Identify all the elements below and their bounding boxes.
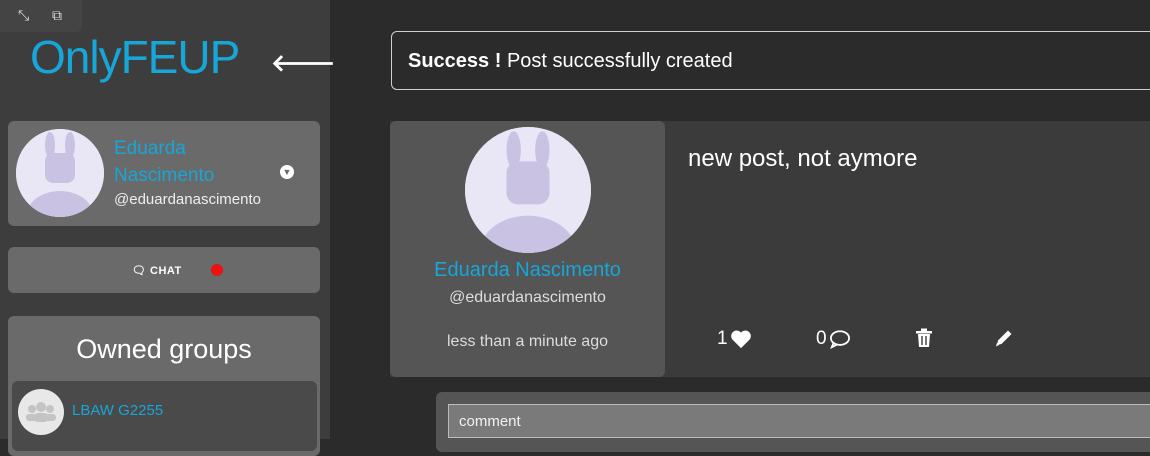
author-name[interactable]: Eduarda Nascimento — [390, 259, 665, 282]
delete-button[interactable] — [915, 328, 933, 348]
comment-count: 0 — [816, 328, 827, 349]
group-icon — [18, 389, 64, 435]
chat-button[interactable]: 🗨 CHAT — [8, 247, 320, 293]
post-author-panel: Eduarda Nascimento @eduardanascimento le… — [390, 121, 665, 377]
comment-icon — [829, 330, 850, 349]
avatar — [16, 129, 104, 217]
post-content: new post, not aymore — [688, 145, 918, 172]
alert-message: Post successfully created — [506, 50, 733, 72]
group-name[interactable]: LBAW G2255 — [72, 402, 163, 419]
alert-strong: Success ! — [408, 50, 502, 72]
author-handle: @eduardanascimento — [449, 289, 606, 306]
trash-icon — [916, 328, 932, 347]
pencil-icon — [996, 330, 1012, 347]
post-card: Eduarda Nascimento @eduardanascimento le… — [390, 121, 1150, 377]
comments-button[interactable]: 0 — [816, 328, 851, 350]
chat-label: 🗨 CHAT — [132, 265, 182, 277]
profile-card[interactable]: Eduarda Nascimento @eduardanascimento ▼ — [8, 121, 320, 226]
success-alert: Success ! Post successfully created — [391, 31, 1150, 90]
groups-title: Owned groups — [76, 334, 252, 364]
edit-button[interactable] — [994, 328, 1014, 348]
arrow-left-icon[interactable]: 🡐 — [271, 48, 335, 78]
profile-name[interactable]: Eduarda Nascimento — [114, 135, 254, 189]
app-logo[interactable]: OnlyFEUP — [30, 30, 240, 84]
group-item[interactable]: LBAW G2255 — [12, 381, 317, 451]
expand-icon[interactable]: ⤡ — [18, 7, 29, 24]
like-count: 1 — [717, 328, 728, 349]
owned-groups-card: Owned groups LBAW G2255 — [8, 316, 320, 456]
heart-icon — [730, 330, 751, 349]
window-controls: ⤡ ⧉ — [0, 0, 82, 32]
sidebar: ⤡ ⧉ OnlyFEUP 🡐 Eduarda Nascimento @eduar… — [0, 0, 335, 456]
chat-notification-dot — [211, 264, 223, 276]
avatar[interactable] — [465, 127, 591, 253]
post-time: less than a minute ago — [447, 333, 608, 350]
pip-icon[interactable]: ⧉ — [52, 7, 62, 24]
comment-input[interactable] — [448, 404, 1150, 438]
profile-handle: @eduardanascimento — [114, 191, 261, 208]
chat-bubble-icon: 🗨 — [132, 265, 147, 277]
comment-section — [436, 392, 1150, 452]
alert-text: Success ! Post successfully created — [408, 50, 733, 73]
chevron-down-icon[interactable]: ▼ — [280, 165, 294, 179]
like-button[interactable]: 1 — [717, 328, 752, 350]
